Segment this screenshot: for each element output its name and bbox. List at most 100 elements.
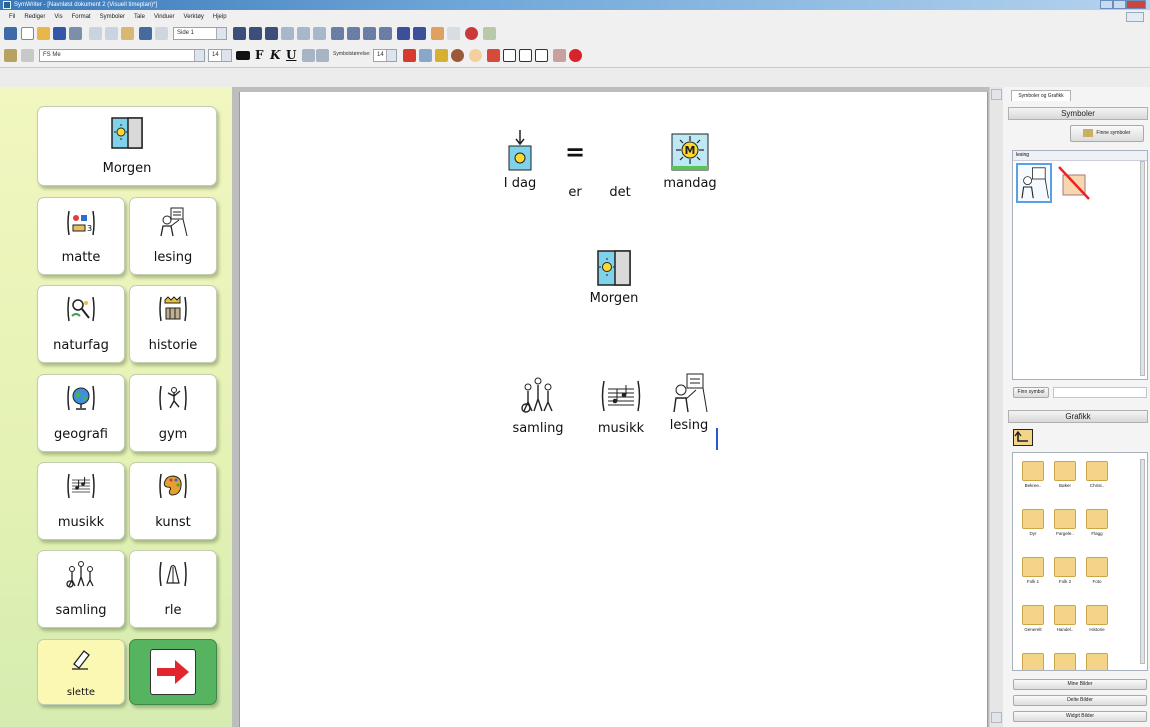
symbol-frame-icon[interactable] bbox=[403, 49, 416, 62]
scroll-up-arrow[interactable] bbox=[991, 89, 1002, 100]
font-size-select[interactable]: 14 bbox=[208, 49, 232, 62]
shared-images-button[interactable]: Delte Bilder bbox=[1013, 695, 1147, 706]
maximize-button[interactable] bbox=[1113, 0, 1127, 9]
next-page-button[interactable] bbox=[129, 639, 217, 705]
menu-file[interactable]: Fil bbox=[9, 14, 15, 20]
indent-icon[interactable] bbox=[347, 27, 360, 40]
align-center-icon[interactable] bbox=[249, 27, 262, 40]
redo-icon[interactable] bbox=[155, 27, 168, 40]
align-left-icon[interactable] bbox=[233, 27, 246, 40]
pen-icon[interactable] bbox=[21, 49, 34, 62]
skin-tone-icon[interactable] bbox=[451, 49, 464, 62]
copy-icon[interactable] bbox=[105, 27, 118, 40]
symbols-header[interactable]: Symboler bbox=[1008, 107, 1148, 120]
folder-item[interactable]: Historie bbox=[1081, 605, 1113, 632]
justify-icon[interactable] bbox=[281, 27, 294, 40]
grid-cell-lesing[interactable]: lesing bbox=[129, 197, 217, 275]
folder-item[interactable]: Folk 2 bbox=[1049, 557, 1081, 584]
symbol-left-icon[interactable] bbox=[397, 27, 410, 40]
minimize-button[interactable] bbox=[1100, 0, 1114, 9]
menu-tools[interactable]: Verktøy bbox=[184, 14, 204, 20]
symbol-result-reading[interactable] bbox=[1016, 163, 1052, 203]
spell-check-icon[interactable] bbox=[553, 49, 566, 62]
grid-cell-geografi[interactable]: geografi bbox=[37, 374, 125, 452]
cut-icon[interactable] bbox=[89, 27, 102, 40]
folder-item[interactable]: Generelt bbox=[1017, 605, 1049, 632]
align-bottom-icon[interactable] bbox=[313, 27, 326, 40]
grid-icon[interactable] bbox=[4, 27, 17, 40]
paragraph-icon[interactable] bbox=[316, 49, 329, 62]
face-icon[interactable] bbox=[469, 49, 482, 62]
menu-edit[interactable]: Rediger bbox=[24, 14, 45, 20]
text-color-icon[interactable] bbox=[236, 51, 250, 60]
folder-item[interactable]: Folk 1 bbox=[1017, 557, 1049, 584]
menu-speech[interactable]: Tale bbox=[134, 14, 145, 20]
slette-button[interactable]: slette bbox=[37, 639, 125, 705]
menu-format[interactable]: Format bbox=[72, 14, 91, 20]
folder-item[interactable] bbox=[1017, 653, 1049, 670]
grid-cell-kunst[interactable]: kunst bbox=[129, 462, 217, 540]
close-button[interactable] bbox=[1126, 0, 1146, 9]
font-name-select[interactable]: FS Me bbox=[39, 49, 205, 62]
folder-item[interactable]: Handel.. bbox=[1049, 605, 1081, 632]
person-icon[interactable] bbox=[519, 49, 532, 62]
symbol-results-list[interactable]: lesing bbox=[1012, 150, 1148, 380]
settings-icon[interactable] bbox=[447, 27, 460, 40]
arrow-left-icon[interactable] bbox=[503, 49, 516, 62]
menu-windows[interactable]: Vinduer bbox=[154, 14, 175, 20]
italic-button[interactable]: K bbox=[270, 48, 280, 62]
symbol-size-select[interactable]: 14 bbox=[373, 49, 397, 62]
grid-cell-naturfag[interactable]: naturfag bbox=[37, 285, 125, 363]
graphics-folder-list[interactable]: Bekree.. Bøker Christ.. Dyr Fargele.. Fl… bbox=[1012, 452, 1148, 671]
folder-up-button[interactable] bbox=[1013, 429, 1033, 446]
symbol-mandag[interactable]: M mandag bbox=[655, 132, 725, 191]
print-icon[interactable] bbox=[69, 27, 82, 40]
check-icon[interactable] bbox=[483, 27, 496, 40]
my-images-button[interactable]: Mine Bilder bbox=[1013, 679, 1147, 690]
line-spacing-icon[interactable] bbox=[302, 49, 315, 62]
folder-item[interactable]: Dyr bbox=[1017, 509, 1049, 536]
align-top-icon[interactable] bbox=[297, 27, 310, 40]
save-icon[interactable] bbox=[53, 27, 66, 40]
grid-cell-matte[interactable]: 3 matte bbox=[37, 197, 125, 275]
tab-symbols-graphics[interactable]: Symboler og Grafikk bbox=[1011, 90, 1071, 101]
folder-item[interactable]: Bekree.. bbox=[1017, 461, 1049, 488]
find-symbol-input[interactable] bbox=[1053, 387, 1147, 398]
bold-button[interactable]: F bbox=[255, 48, 264, 62]
symbol-result-no-reading[interactable] bbox=[1057, 165, 1091, 201]
symbol-list-scrollbar[interactable] bbox=[1140, 161, 1145, 376]
menu-view[interactable]: Vis bbox=[54, 14, 62, 20]
symbol-musikk[interactable]: musikk bbox=[586, 375, 656, 436]
symbol-det[interactable]: det bbox=[603, 185, 637, 200]
new-document-icon[interactable] bbox=[21, 27, 34, 40]
table-icon[interactable] bbox=[379, 27, 392, 40]
paste-icon[interactable] bbox=[121, 27, 134, 40]
mdi-controls[interactable] bbox=[1126, 12, 1144, 22]
grid-cell-rle[interactable]: rle bbox=[129, 550, 217, 628]
underline-button[interactable]: U bbox=[286, 48, 296, 62]
bullet-list-icon[interactable] bbox=[331, 27, 344, 40]
widgit-images-button[interactable]: Widgit Bilder bbox=[1013, 711, 1147, 722]
grid-cell-musikk[interactable]: musikk bbox=[37, 462, 125, 540]
symbol-i-dag[interactable]: I dag bbox=[500, 130, 540, 191]
graphics-list-scrollbar[interactable] bbox=[1140, 459, 1145, 664]
document-scrollbar[interactable] bbox=[989, 87, 1004, 727]
page-select[interactable]: Side 1 bbox=[173, 27, 227, 40]
graphics-header[interactable]: Grafikk bbox=[1008, 410, 1148, 423]
open-folder-icon[interactable] bbox=[37, 27, 50, 40]
folder-item[interactable]: Flagg bbox=[1081, 509, 1113, 536]
folder-item[interactable]: Bøker bbox=[1049, 461, 1081, 488]
folder-item[interactable] bbox=[1049, 653, 1081, 670]
find-symbol-button[interactable]: Finn symbol bbox=[1013, 387, 1049, 398]
pencil-icon[interactable] bbox=[4, 49, 17, 62]
symbol-right-icon[interactable] bbox=[413, 27, 426, 40]
find-symbols-button[interactable]: Finne symboler bbox=[1070, 125, 1144, 142]
symbol-lesing[interactable]: lesing bbox=[662, 372, 716, 433]
symbol-morgen[interactable]: Morgen bbox=[584, 247, 644, 306]
menu-help[interactable]: Hjelp bbox=[213, 14, 227, 20]
symbol-er[interactable]: er bbox=[560, 185, 590, 200]
symbol-equals[interactable]: = bbox=[560, 138, 590, 166]
grid-cell-morgen[interactable]: Morgen bbox=[37, 106, 217, 186]
arrow-right-icon[interactable] bbox=[535, 49, 548, 62]
align-right-icon[interactable] bbox=[265, 27, 278, 40]
